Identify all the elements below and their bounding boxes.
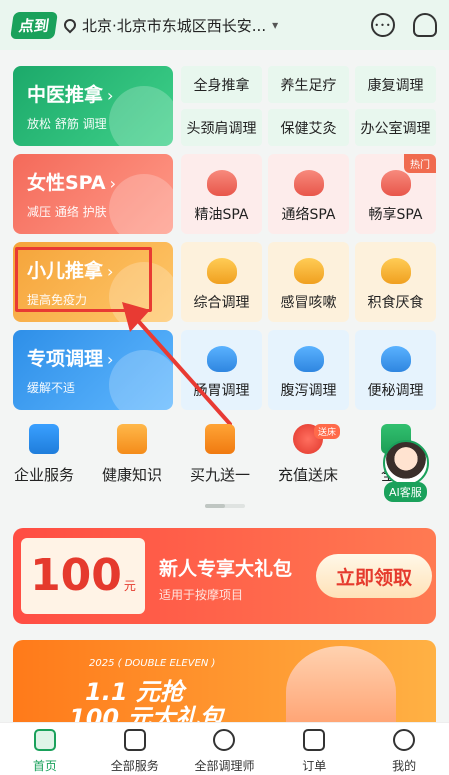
subitem-foot-care[interactable]: 养生足疗 <box>268 66 349 103</box>
new-user-promo[interactable]: 100 元 新人专享大礼包 适用于按摩项目 立即领取 <box>13 528 436 624</box>
banner-event-label: 2025 ( DOUBLE ELEVEN ) <box>89 658 216 669</box>
smiley-icon <box>393 729 416 751</box>
claim-button[interactable]: 立即领取 <box>316 554 432 598</box>
stones-icon <box>293 170 324 196</box>
subitem-cold-cough[interactable]: 感冒咳嗽 <box>268 242 349 322</box>
subitem-meridian-spa[interactable]: 通络SPA <box>268 154 349 234</box>
subitem-oil-spa[interactable]: 精油SPA <box>181 154 262 234</box>
subitem-label: 感冒咳嗽 <box>280 295 337 311</box>
subitem-label: 积食厌食 <box>367 295 424 311</box>
message-icon[interactable] <box>371 13 395 37</box>
quick-label: 充值送床 <box>277 466 338 484</box>
subitem-moxibustion[interactable]: 保健艾灸 <box>268 109 349 146</box>
coupon-unit: 元 <box>123 579 136 593</box>
subitem-neck-shoulder[interactable]: 头颈肩调理 <box>181 109 262 146</box>
person-icon <box>213 729 236 751</box>
subitem-indigestion[interactable]: 积食厌食 <box>355 242 436 322</box>
annotation-arrow <box>122 302 232 426</box>
subitem-enjoy-spa[interactable]: 热门 畅享SPA <box>355 154 436 234</box>
promo-subtitle: 适用于按摩项目 <box>159 588 244 602</box>
quick-health-knowledge[interactable]: 健康知识 <box>88 424 176 508</box>
customer-service-icon[interactable] <box>413 13 437 37</box>
coupon-card: 100 元 <box>21 538 145 614</box>
coupon-icon <box>205 424 235 454</box>
double-eleven-banner[interactable]: 2025 ( DOUBLE ELEVEN ) 1.1 元抢 100 元大礼包 <box>13 640 436 730</box>
quick-links-scroll-indicator <box>205 504 245 508</box>
intestine-icon <box>293 346 324 372</box>
quick-label: 健康知识 <box>101 466 162 484</box>
banner-illustration <box>286 646 396 730</box>
orders-icon <box>303 729 326 751</box>
building-icon <box>29 424 59 454</box>
scroll-thumb <box>205 504 225 508</box>
promo-title: 新人专享大礼包 <box>159 558 293 580</box>
woman-illustration-icon <box>109 174 173 234</box>
location-selector[interactable]: 北京·北京市东城区西长安... ▾ <box>61 15 279 36</box>
bowl-icon <box>380 258 411 284</box>
chevron-right-icon: › <box>107 350 114 369</box>
tab-label: 我的 <box>392 759 417 773</box>
home-icon <box>33 729 56 751</box>
tab-all-services[interactable]: 全部服务 <box>90 723 180 775</box>
cup-icon <box>293 258 324 284</box>
subitem-label: 精油SPA <box>194 207 249 223</box>
location-text: 北京·北京市东城区西长安... <box>82 16 267 35</box>
subitem-label: 便秘调理 <box>367 383 424 399</box>
subitem-label: 通络SPA <box>281 207 336 223</box>
drop-icon <box>380 170 411 196</box>
brand-logo: 点到 <box>10 11 58 39</box>
category-card-tcm-massage[interactable]: 中医推拿 › 放松 舒筋 调理 <box>13 66 173 146</box>
grid-icon <box>123 729 146 751</box>
subitem-office[interactable]: 办公室调理 <box>355 109 436 146</box>
spa-subitems: 精油SPA 通络SPA 热门 畅享SPA <box>181 154 436 234</box>
tab-label: 全部服务 <box>110 759 159 773</box>
book-icon <box>117 424 147 454</box>
tab-label: 全部调理师 <box>194 759 255 773</box>
location-pin-icon <box>61 16 79 34</box>
colon-icon <box>380 346 411 372</box>
subitem-label: 腹泻调理 <box>280 383 337 399</box>
coupon-amount: 100 <box>30 550 122 601</box>
ai-avatar <box>383 440 429 486</box>
bottom-tab-bar: 首页 全部服务 全部调理师 订单 我的 <box>0 722 449 775</box>
chevron-right-icon: › <box>107 86 114 105</box>
subitem-label: 畅享SPA <box>368 207 423 223</box>
quick-label: 买九送一 <box>189 466 250 484</box>
subitem-rehab[interactable]: 康复调理 <box>355 66 436 103</box>
tab-label: 订单 <box>302 759 327 773</box>
category-title: 女性SPA <box>27 172 106 194</box>
massage-illustration-icon <box>109 86 173 146</box>
ai-service-label: AI客服 <box>384 482 427 502</box>
chevron-down-icon: ▾ <box>272 18 279 32</box>
recharge-badge: 送床 <box>314 424 341 439</box>
subitem-full-body[interactable]: 全身推拿 <box>181 66 262 103</box>
subitem-diarrhea[interactable]: 腹泻调理 <box>268 330 349 410</box>
quick-enterprise[interactable]: 企业服务 <box>0 424 88 508</box>
quick-buy-nine[interactable]: 买九送一 <box>176 424 264 508</box>
quick-label: 企业服务 <box>13 466 74 484</box>
tab-label: 首页 <box>32 759 57 773</box>
category-title: 专项调理 <box>27 348 104 370</box>
subitem-constipation[interactable]: 便秘调理 <box>355 330 436 410</box>
baby-face-icon <box>206 258 237 284</box>
ai-service-button[interactable]: AI客服 <box>380 440 432 502</box>
tab-all-therapists[interactable]: 全部调理师 <box>180 723 270 775</box>
tab-home[interactable]: 首页 <box>0 723 90 775</box>
app-header: 点到 北京·北京市东城区西长安... ▾ <box>0 0 449 50</box>
hot-badge: 热门 <box>404 154 436 173</box>
lotus-icon <box>206 170 237 196</box>
tab-profile[interactable]: 我的 <box>359 723 449 775</box>
tcm-subitems: 全身推拿 养生足疗 康复调理 头颈肩调理 保健艾灸 办公室调理 <box>181 66 436 146</box>
category-title: 中医推拿 <box>27 84 104 106</box>
tab-orders[interactable]: 订单 <box>269 723 359 775</box>
category-card-women-spa[interactable]: 女性SPA › 减压 通络 护肤 <box>13 154 173 234</box>
